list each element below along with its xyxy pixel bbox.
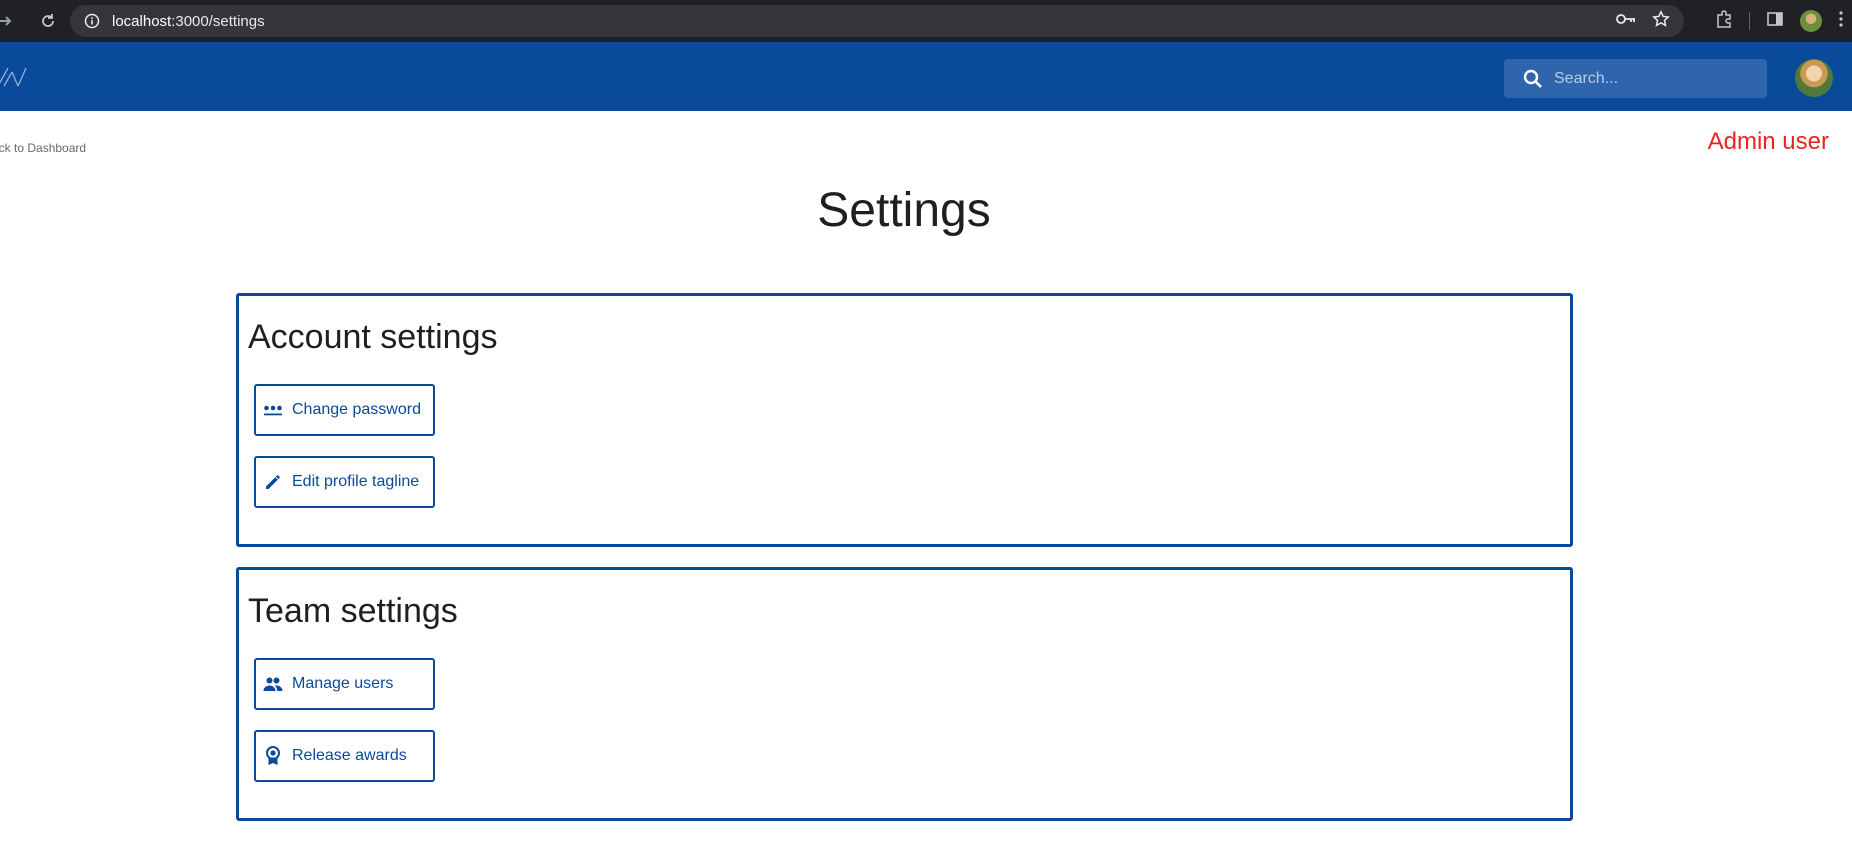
change-password-button[interactable]: Change password <box>254 384 435 436</box>
bookmark-star-icon[interactable] <box>1652 9 1670 33</box>
search-box[interactable] <box>1504 59 1767 98</box>
page-title: Settings <box>817 184 991 237</box>
release-awards-button[interactable]: Release awards <box>254 730 435 782</box>
reload-icon[interactable] <box>34 7 62 35</box>
manage-users-label: Manage users <box>292 675 394 692</box>
profile-avatar-icon[interactable] <box>1800 10 1822 32</box>
search-input[interactable] <box>1554 69 1754 88</box>
site-info-icon[interactable] <box>76 13 108 29</box>
url-path: :3000/settings <box>171 12 265 30</box>
manage-users-button[interactable]: Manage users <box>254 658 435 710</box>
admin-user-label: Admin user <box>1707 128 1829 155</box>
url-text: localhost:3000/settings <box>112 13 265 30</box>
side-panel-icon[interactable] <box>1766 10 1784 33</box>
account-settings-heading: Account settings <box>248 318 498 356</box>
account-settings-panel: Account settings Change password Edit pr… <box>236 293 1573 547</box>
toolbar-divider <box>1749 12 1750 30</box>
menu-kebab-icon[interactable] <box>1838 10 1844 33</box>
back-to-dashboard-link[interactable]: ack to Dashboard <box>0 141 86 155</box>
app-header <box>0 42 1852 111</box>
address-bar[interactable]: localhost:3000/settings <box>70 5 1684 37</box>
search-icon <box>1522 68 1544 90</box>
url-host: localhost <box>112 12 172 30</box>
edit-profile-tagline-button[interactable]: Edit profile tagline <box>254 456 435 508</box>
password-dots-icon <box>262 399 284 421</box>
change-password-label: Change password <box>292 401 421 418</box>
team-settings-heading: Team settings <box>248 592 458 630</box>
extensions-icon[interactable] <box>1715 9 1733 33</box>
award-badge-icon <box>262 745 284 767</box>
people-icon <box>262 673 284 695</box>
user-avatar[interactable] <box>1795 59 1833 97</box>
browser-toolbar: localhost:3000/settings <box>0 0 1852 42</box>
pencil-icon <box>262 471 284 493</box>
forward-icon[interactable] <box>0 7 20 35</box>
team-settings-panel: Team settings Manage users Release award… <box>236 567 1573 821</box>
key-icon[interactable] <box>1616 12 1636 31</box>
release-awards-label: Release awards <box>292 747 407 764</box>
app-logo-icon[interactable] <box>0 62 30 92</box>
edit-profile-tagline-label: Edit profile tagline <box>292 473 420 490</box>
